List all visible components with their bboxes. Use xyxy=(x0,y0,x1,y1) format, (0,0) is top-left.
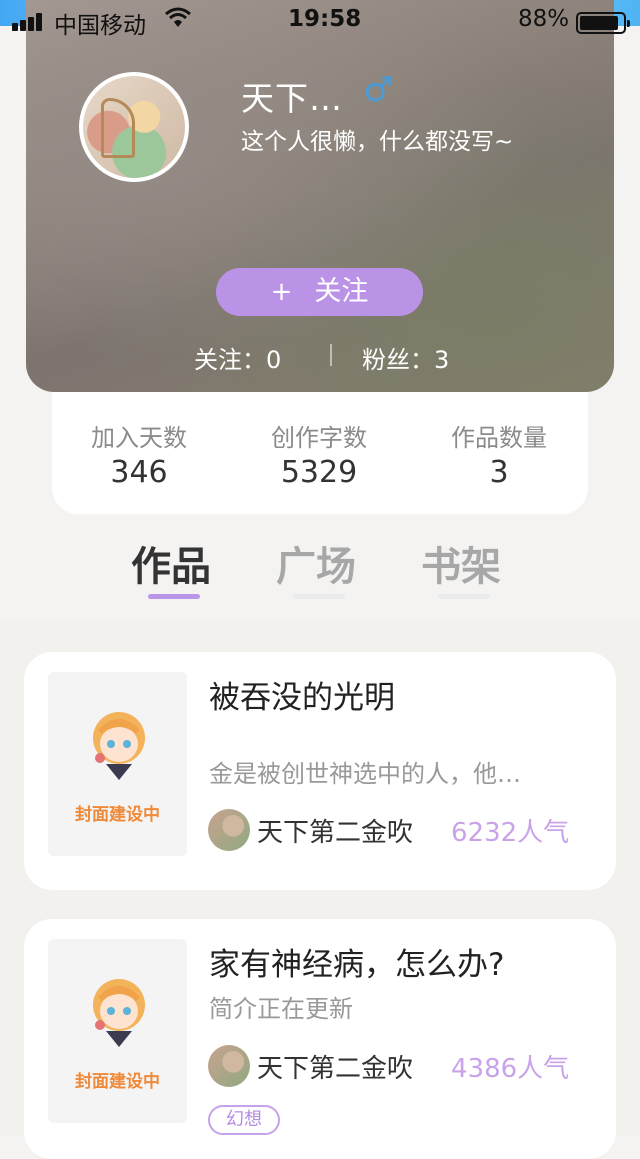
work-title[interactable]: 被吞没的光明 xyxy=(209,672,395,717)
tab-bookshelf[interactable]: 书架 xyxy=(421,534,501,592)
work-title[interactable]: 家有神经病，怎么办? xyxy=(209,939,504,984)
stats-panel: 加入天数 346 创作字数 5329 作品数量 3 xyxy=(52,392,588,514)
work-card[interactable]: 封面建设中 家有神经病，怎么办? 简介正在更新 天下第二金吹 4386人气 幻想 xyxy=(24,919,616,1159)
stat-value: 3 xyxy=(489,455,509,490)
anime-girl-icon xyxy=(93,712,145,780)
stat-word-count: 创作字数 5329 xyxy=(249,418,389,490)
follow-button-label: 关注 xyxy=(314,276,369,307)
cover-caption: 封面建设中 xyxy=(75,1072,160,1092)
battery-percent: 88% xyxy=(518,6,570,32)
cover-placeholder: 封面建设中 xyxy=(48,672,187,856)
stat-label: 加入天数 xyxy=(91,424,187,452)
harp-illustration xyxy=(101,98,135,158)
plus-icon: + xyxy=(270,277,293,307)
stat-label: 作品数量 xyxy=(451,424,547,452)
cover-placeholder: 封面建设中 xyxy=(48,939,187,1123)
bio: 这个人很懒，什么都没写~ xyxy=(241,129,514,155)
tab-indicator xyxy=(438,594,490,599)
popularity: 4386人气 xyxy=(451,1054,570,1084)
anime-girl-icon xyxy=(93,979,145,1047)
genre-tag[interactable]: 幻想 xyxy=(208,1105,280,1135)
stat-works-count: 作品数量 3 xyxy=(429,418,569,490)
tab-square[interactable]: 广场 xyxy=(276,534,356,592)
author-avatar xyxy=(208,1045,250,1087)
tab-works[interactable]: 作品 xyxy=(131,534,211,592)
author-name: 天下第二金吹 xyxy=(257,1054,414,1084)
stat-value: 346 xyxy=(110,455,168,490)
clock: 19:58 xyxy=(288,6,362,32)
work-description: 金是被创世神选中的人，他… xyxy=(209,760,521,788)
following-count[interactable]: 关注：0 xyxy=(194,340,281,375)
follow-button[interactable]: + 关注 xyxy=(216,268,423,316)
stat-label: 创作字数 xyxy=(271,424,367,452)
fans-count[interactable]: 粉丝：3 xyxy=(362,340,449,375)
stat-value: 5329 xyxy=(280,455,358,490)
follow-counts: 关注：0 粉丝：3 xyxy=(26,340,614,374)
signal-icon xyxy=(12,11,48,31)
status-bar: 中国移动 19:58 88% xyxy=(0,0,640,44)
cover-caption: 封面建设中 xyxy=(75,805,160,825)
tab-indicator xyxy=(293,594,345,599)
tab-indicator-active xyxy=(148,594,200,599)
work-card[interactable]: 封面建设中 被吞没的光明 金是被创世神选中的人，他… 天下第二金吹 6232人气 xyxy=(24,652,616,890)
stat-join-days: 加入天数 346 xyxy=(69,418,209,490)
tab-bar: 作品 广场 书架 xyxy=(0,520,640,620)
nickname: 天下… xyxy=(241,79,343,118)
author-avatar xyxy=(208,809,250,851)
profile-header: 天下… ♂ 这个人很懒，什么都没写~ + 关注 关注：0 粉丝：3 xyxy=(26,0,614,392)
wifi-icon xyxy=(164,6,192,36)
author-name: 天下第二金吹 xyxy=(257,818,414,848)
work-description: 简介正在更新 xyxy=(209,995,353,1023)
carrier-label: 中国移动 xyxy=(54,13,146,39)
popularity: 6232人气 xyxy=(451,818,570,848)
divider xyxy=(330,344,332,366)
male-icon: ♂ xyxy=(363,70,394,110)
battery-icon xyxy=(576,12,630,34)
avatar[interactable] xyxy=(79,72,189,182)
